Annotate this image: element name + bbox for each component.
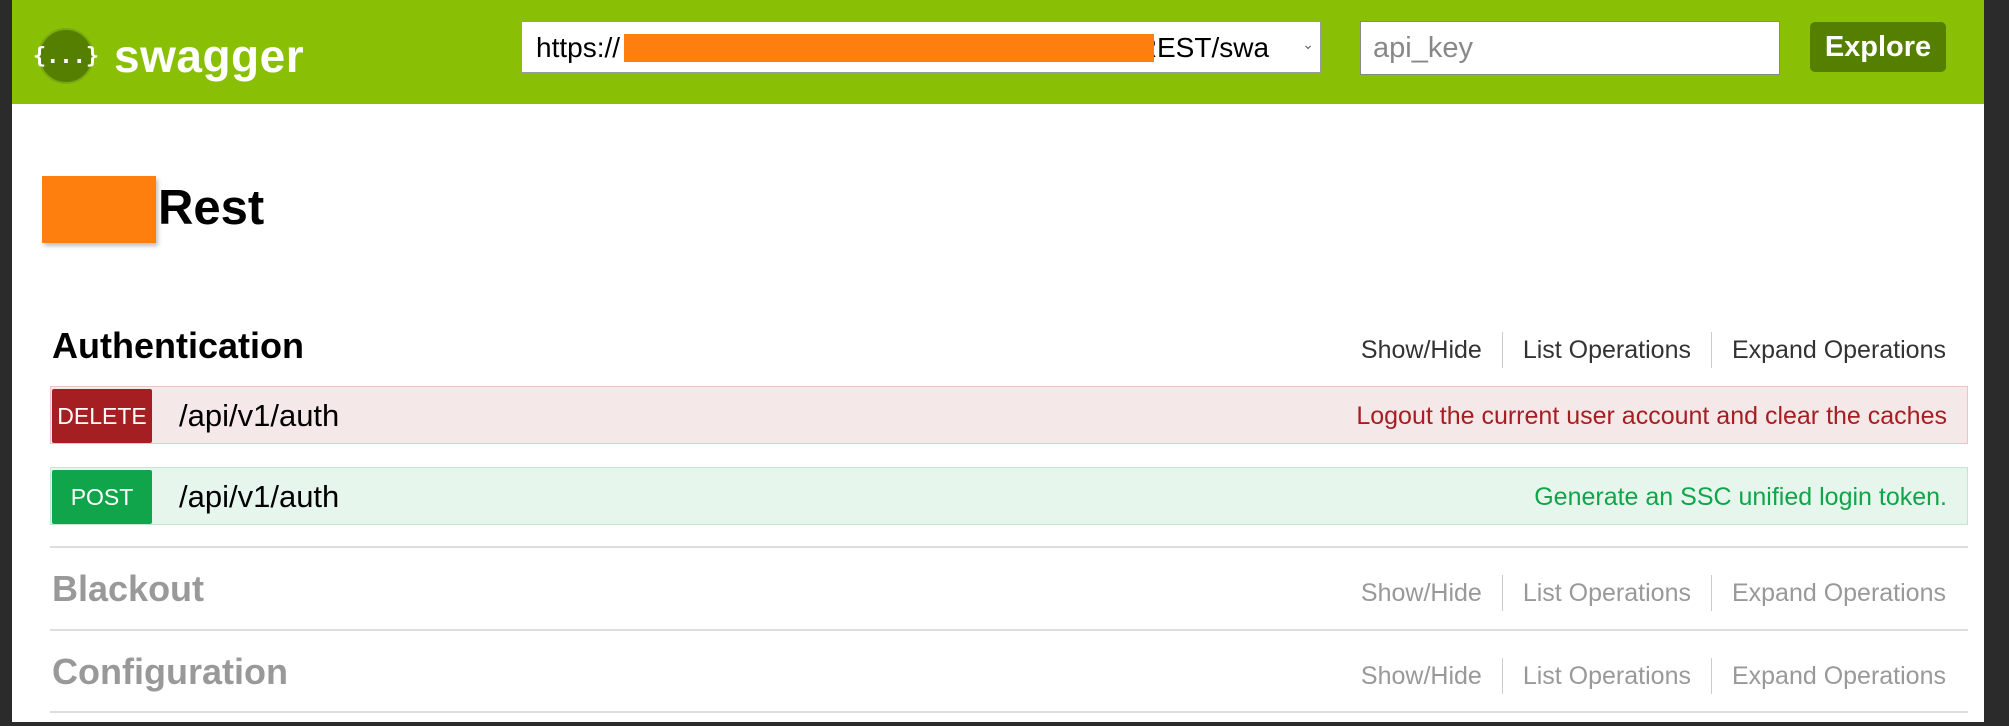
swagger-page: {...} swagger https:// /REST/swa ⌄ Explo… bbox=[12, 0, 1984, 722]
resource-blackout: Blackout Show/Hide List Operations Expan… bbox=[38, 563, 1968, 613]
resource-name[interactable]: Configuration bbox=[52, 651, 288, 693]
resource-authentication: Authentication Show/Hide List Operations… bbox=[38, 320, 1968, 370]
resource-configuration: Configuration Show/Hide List Operations … bbox=[38, 646, 1968, 696]
section-divider bbox=[50, 629, 1968, 631]
section-divider bbox=[50, 711, 1968, 713]
show-hide-link[interactable]: Show/Hide bbox=[1341, 662, 1502, 691]
expand-operations-link[interactable]: Expand Operations bbox=[1712, 579, 1946, 608]
api-url-prefix: https:// bbox=[536, 32, 621, 63]
list-operations-link[interactable]: List Operations bbox=[1503, 579, 1711, 608]
swagger-logo-text: swagger bbox=[114, 30, 305, 82]
list-operations-link[interactable]: List Operations bbox=[1503, 662, 1711, 691]
operation-path[interactable]: /api/v1/auth bbox=[179, 398, 339, 434]
list-operations-link[interactable]: List Operations bbox=[1503, 336, 1711, 365]
resource-name[interactable]: Authentication bbox=[52, 325, 304, 367]
swagger-logo[interactable]: {...} swagger bbox=[33, 26, 305, 86]
operation-summary[interactable]: Generate an SSC unified login token. bbox=[1534, 483, 1947, 512]
expand-operations-link[interactable]: Expand Operations bbox=[1712, 336, 1946, 365]
chevron-down-icon: ⌄ bbox=[1302, 36, 1314, 52]
operation-summary[interactable]: Logout the current user account and clea… bbox=[1356, 402, 1947, 431]
method-badge[interactable]: POST bbox=[52, 470, 152, 524]
resource-links: Show/Hide List Operations Expand Operati… bbox=[1341, 332, 1946, 368]
operation-delete-auth[interactable]: DELETE /api/v1/auth Logout the current u… bbox=[50, 386, 1968, 444]
resource-name[interactable]: Blackout bbox=[52, 568, 204, 610]
expand-operations-link[interactable]: Expand Operations bbox=[1712, 662, 1946, 691]
swagger-logo-icon: {...} bbox=[33, 28, 99, 84]
show-hide-link[interactable]: Show/Hide bbox=[1341, 579, 1502, 608]
explore-button[interactable]: Explore bbox=[1810, 22, 1946, 72]
top-bar: {...} swagger https:// /REST/swa ⌄ Explo… bbox=[12, 0, 1984, 104]
api-title: Rest bbox=[158, 181, 265, 235]
redaction-box bbox=[624, 34, 1154, 62]
operation-path[interactable]: /api/v1/auth bbox=[179, 479, 339, 515]
show-hide-link[interactable]: Show/Hide bbox=[1341, 336, 1502, 365]
scrollbar[interactable] bbox=[1985, 0, 2009, 726]
resource-links: Show/Hide List Operations Expand Operati… bbox=[1341, 658, 1946, 694]
resource-links: Show/Hide List Operations Expand Operati… bbox=[1341, 575, 1946, 611]
api-key-input[interactable] bbox=[1360, 21, 1780, 75]
redaction-box bbox=[42, 176, 156, 243]
operation-post-auth[interactable]: POST /api/v1/auth Generate an SSC unifie… bbox=[50, 467, 1968, 525]
method-badge[interactable]: DELETE bbox=[52, 389, 152, 443]
section-divider bbox=[50, 546, 1968, 548]
